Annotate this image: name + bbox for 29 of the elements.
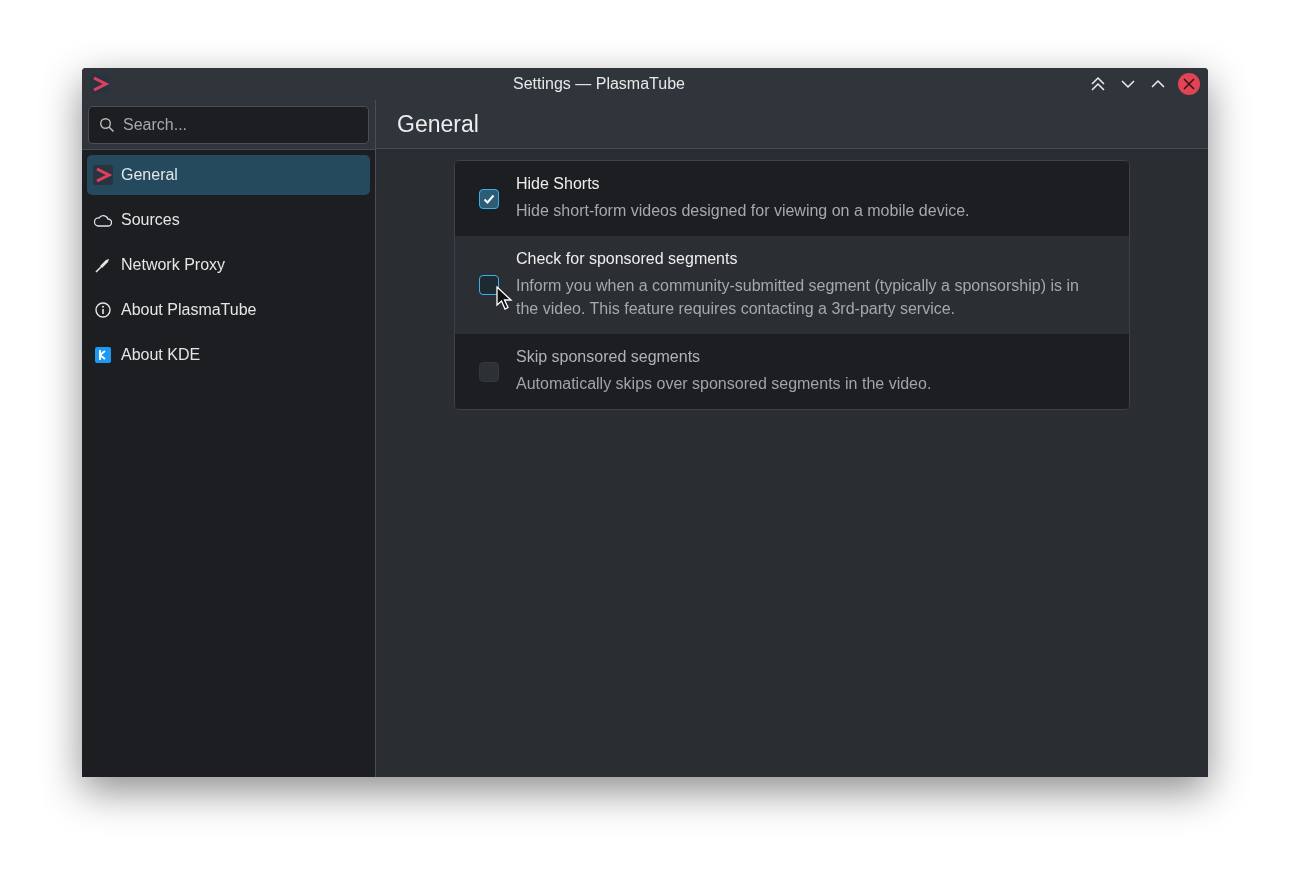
- close-button[interactable]: [1178, 73, 1200, 95]
- info-icon: [95, 302, 111, 318]
- sidebar-item[interactable]: Sources: [87, 200, 370, 240]
- page-title: General: [397, 110, 479, 138]
- option-description: Hide short-form videos designed for viewing on a mobile device.: [516, 201, 970, 221]
- option-title: Hide Shorts: [516, 175, 601, 193]
- sidebar-item[interactable]: About PlasmaTube: [87, 290, 370, 330]
- search-icon: [99, 117, 115, 133]
- checkbox[interactable]: [479, 188, 499, 209]
- chevron-up-icon: [1150, 79, 1166, 89]
- option-title: Check for sponsored segments: [516, 250, 739, 268]
- option-title: Skip sponsored segments: [516, 348, 702, 366]
- option-description: Inform you when a community-submitted segment (typically a sponsorship) is in the video. This feature requires contacting a 3rd-party service.: [516, 276, 1080, 319]
- sidebar-item[interactable]: About KDE: [87, 335, 370, 375]
- app-logo-icon: [90, 74, 110, 94]
- close-icon: [1183, 78, 1195, 90]
- search-field[interactable]: Search...: [88, 106, 369, 144]
- sidebar-item[interactable]: Network Proxy: [87, 245, 370, 285]
- checkbox[interactable]: [479, 275, 499, 295]
- cloud-icon: [94, 213, 112, 227]
- window-title: Settings — PlasmaTube: [512, 75, 686, 93]
- kde-logo-icon: [95, 347, 111, 363]
- double-chevron-up-icon: [1089, 76, 1107, 92]
- sidebar-item[interactable]: General: [87, 155, 370, 195]
- option-description: Automatically skips over sponsored segments in the video.: [516, 374, 932, 394]
- cursor-icon: [496, 286, 513, 311]
- app-logo-icon: [93, 165, 113, 185]
- chevron-down-icon: [1120, 79, 1136, 89]
- plug-icon: [95, 257, 111, 273]
